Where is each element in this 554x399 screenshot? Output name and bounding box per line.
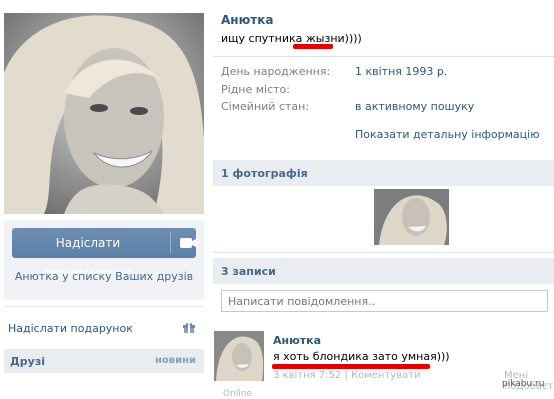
info-value-relationship[interactable]: в активному пошуку xyxy=(355,100,474,113)
post-author-avatar[interactable] xyxy=(214,331,264,381)
send-message-label: Надіслати повідомлення xyxy=(43,236,133,280)
profile-status[interactable]: ищу спутника жызни)))) xyxy=(221,32,362,45)
watermark: pikabu.ru xyxy=(502,379,545,389)
profile-name: Анютка xyxy=(221,13,274,27)
post-meta[interactable]: 3 квітня 7:52 | Коментувати xyxy=(273,370,421,381)
photo-thumbnail[interactable] xyxy=(374,189,449,245)
camera-icon[interactable] xyxy=(178,237,200,249)
gift-icon[interactable] xyxy=(183,322,195,334)
photos-divider xyxy=(213,252,554,253)
highlight-underline xyxy=(293,44,333,49)
online-status: Online xyxy=(223,389,253,399)
sidebar-divider xyxy=(4,306,204,307)
send-message-button[interactable]: Надіслати повідомлення xyxy=(12,228,198,280)
info-label-relationship: Сімейний стан: xyxy=(221,100,310,113)
post-author-name[interactable]: Анютка xyxy=(273,334,321,347)
info-label-birthday: День народження: xyxy=(221,65,331,78)
wall-post-input[interactable]: Написати повідомлення.. xyxy=(221,290,548,312)
profile-photo[interactable] xyxy=(4,13,204,214)
info-value-birthday[interactable]: 1 квітня 1993 р. xyxy=(355,65,447,78)
show-details-link[interactable]: Показати детальну інформацію xyxy=(355,128,539,141)
in-friends-note[interactable]: Анютка у списку Ваших друзів xyxy=(4,270,204,283)
friends-title[interactable]: Друзі xyxy=(10,355,45,368)
wall-section-title[interactable]: 3 записи xyxy=(221,265,276,278)
button-separator xyxy=(170,232,171,254)
send-gift-link[interactable]: Надіслати подарунок xyxy=(8,322,133,335)
friends-news-link[interactable]: новини xyxy=(155,355,196,366)
info-label-hometown: Рідне місто: xyxy=(221,83,290,96)
highlight-underline-post xyxy=(272,364,430,369)
post-text: я хоть блондика зато умная))) xyxy=(273,350,450,363)
header-divider xyxy=(213,56,554,57)
photos-section-title[interactable]: 1 фотографія xyxy=(221,167,308,180)
